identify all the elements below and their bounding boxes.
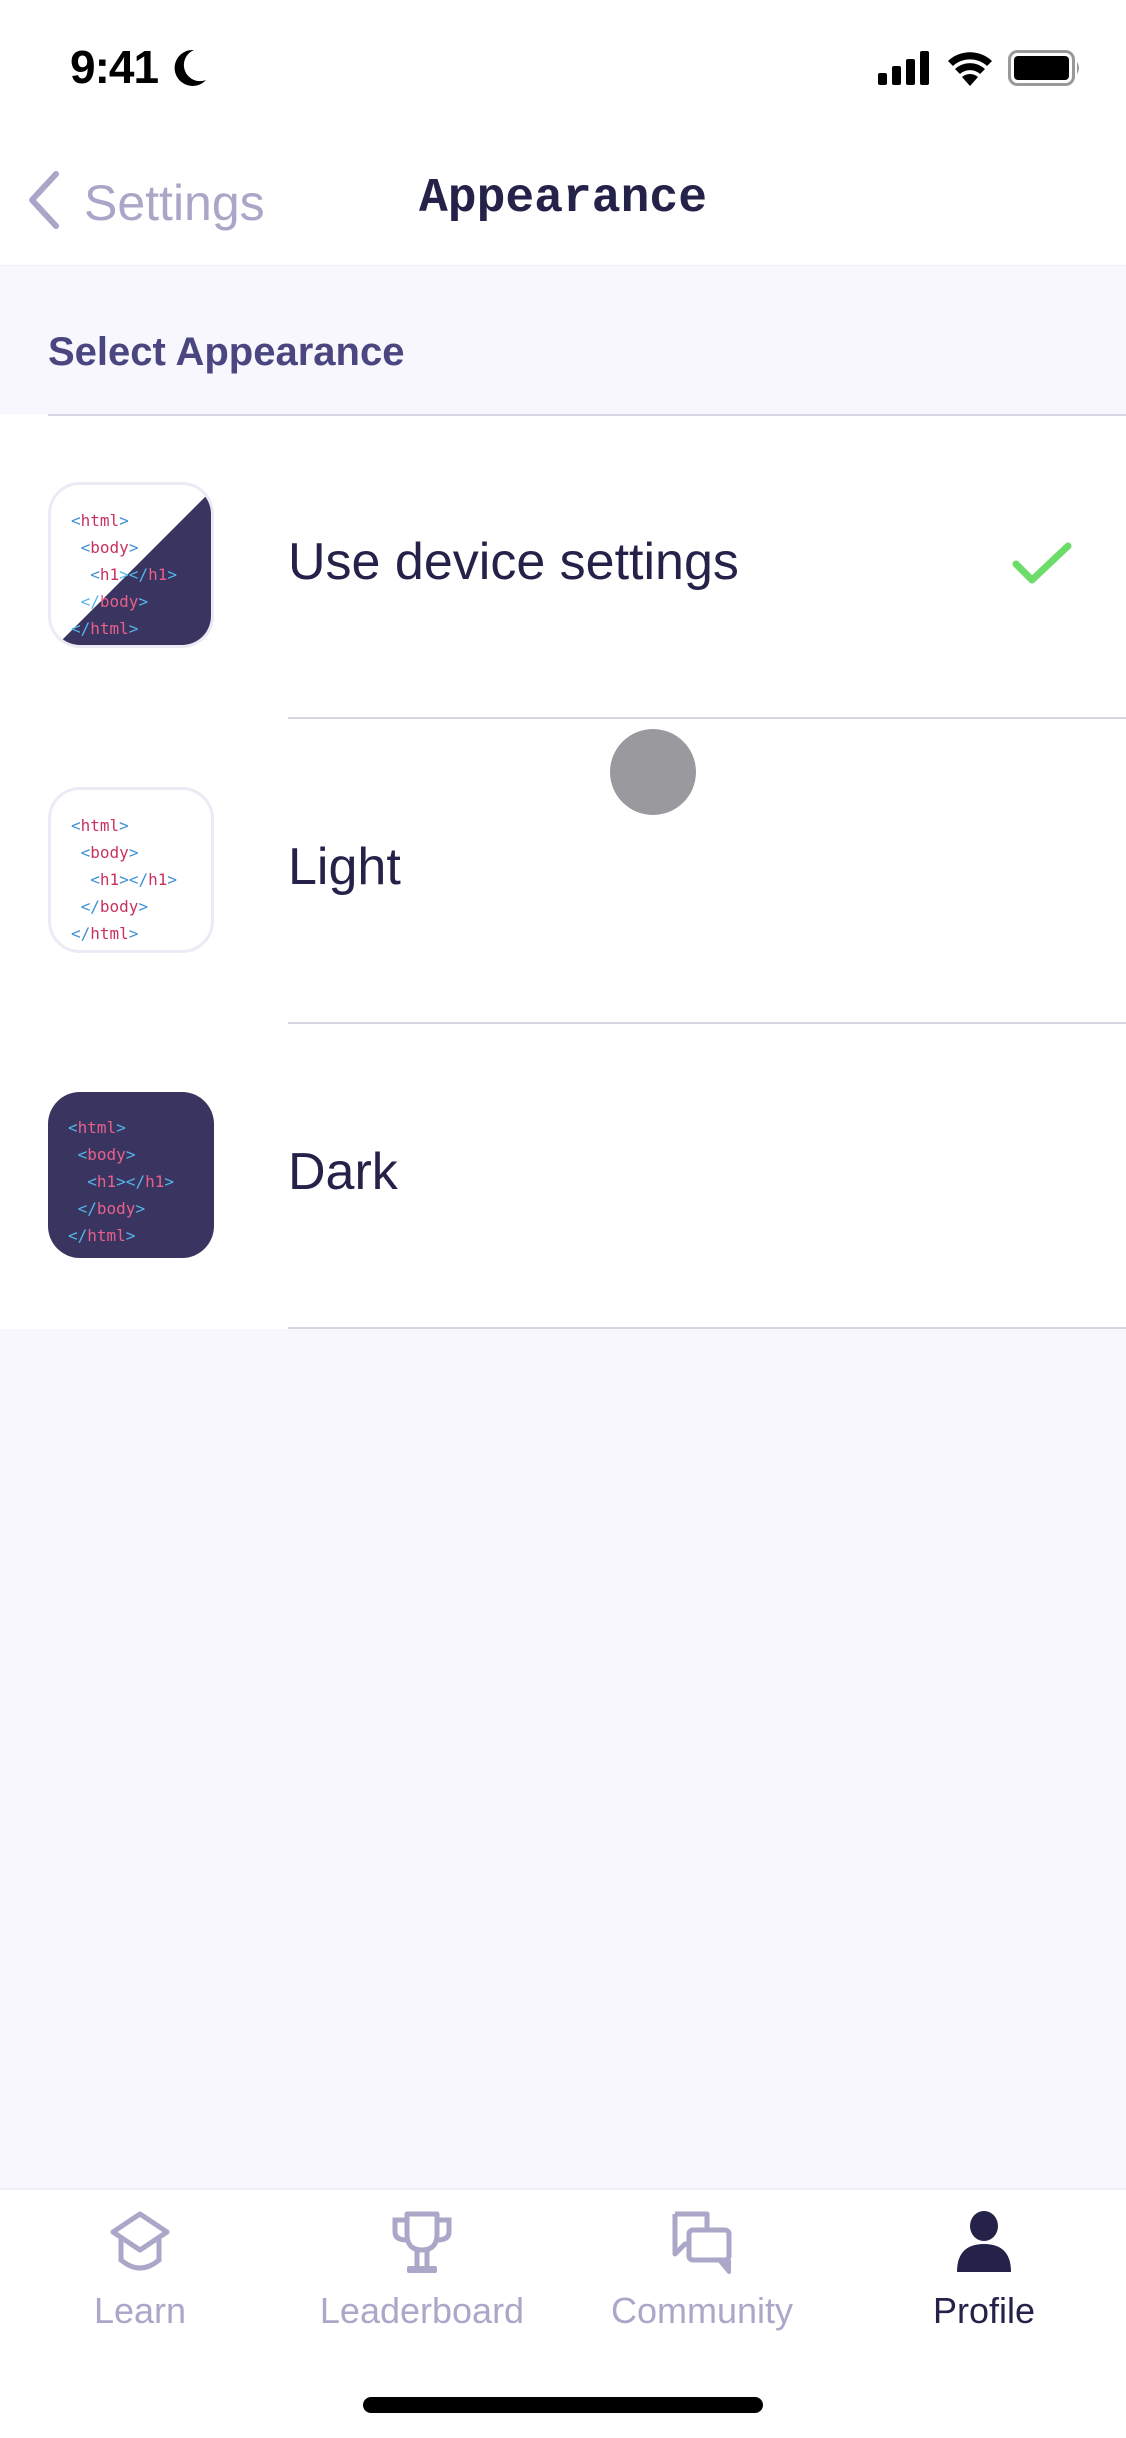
- page-title: Appearance: [418, 172, 708, 226]
- cellular-signal-icon: [878, 51, 932, 90]
- tab-community[interactable]: Community: [562, 2210, 842, 2332]
- battery-icon: [1008, 50, 1082, 91]
- tab-learn[interactable]: Learn: [0, 2210, 280, 2332]
- tab-profile[interactable]: Profile: [844, 2210, 1124, 2332]
- tab-leaderboard[interactable]: Leaderboard: [282, 2210, 562, 2332]
- touch-indicator: [610, 729, 696, 815]
- home-indicator[interactable]: [363, 2397, 763, 2413]
- checkmark-icon: [1010, 538, 1074, 595]
- status-icons: [878, 50, 1082, 91]
- preview-code: <html> <body> <h1></h1> </body> </html>: [71, 816, 177, 943]
- wifi-icon: [946, 50, 994, 91]
- tab-label: Leaderboard: [319, 2290, 525, 2331]
- option-dark[interactable]: <html> <body> <h1></h1> </body> </html> …: [0, 1024, 1126, 1329]
- tab-label: Profile: [932, 2290, 1036, 2331]
- divider: [288, 1327, 1126, 1329]
- section-header: Select Appearance: [48, 330, 405, 374]
- navigation-bar: Settings Appearance: [0, 140, 1126, 266]
- person-icon: [844, 2210, 1124, 2276]
- option-label: Use device settings: [288, 533, 739, 591]
- status-bar: 9:41: [0, 0, 1126, 140]
- light-theme-preview: <html> <body> <h1></h1> </body> </html>: [48, 787, 214, 953]
- preview-code: <html> <body> <h1></h1> </body> </html>: [71, 511, 177, 638]
- tab-label: Community: [610, 2290, 794, 2331]
- option-label: Light: [288, 838, 401, 896]
- option-use-device-settings[interactable]: <html> <body> <h1></h1> </body> </html> …: [0, 414, 1126, 719]
- preview-code: <html> <body> <h1></h1> </body> </html>: [68, 1118, 174, 1245]
- option-label: Dark: [288, 1143, 398, 1201]
- graduation-cap-icon: [0, 2210, 280, 2276]
- dark-theme-preview: <html> <body> <h1></h1> </body> </html>: [48, 1092, 214, 1258]
- moon-icon: [172, 48, 208, 93]
- split-theme-preview: <html> <body> <h1></h1> </body> </html>: [48, 482, 214, 648]
- appearance-options-list: <html> <body> <h1></h1> </body> </html> …: [0, 414, 1126, 1329]
- status-time: 9:41: [70, 41, 159, 93]
- chat-bubbles-icon: [562, 2210, 842, 2276]
- option-light[interactable]: <html> <body> <h1></h1> </body> </html> …: [0, 719, 1126, 1024]
- trophy-icon: [282, 2210, 562, 2276]
- tab-label: Learn: [93, 2290, 187, 2331]
